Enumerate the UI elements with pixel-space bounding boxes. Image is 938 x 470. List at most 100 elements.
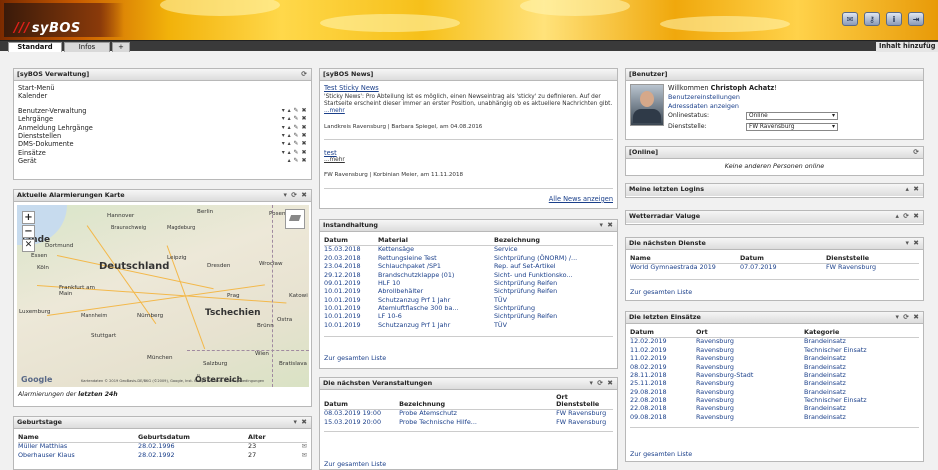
table-row[interactable]: 23.04.2018 Schlauchpaket /SP1 Rep. auf Set… (324, 262, 613, 271)
table-row[interactable]: 28.11.2018 Ravensburg-Stadt Brandeinsatz (630, 371, 919, 380)
panel-title: Geburtstage (17, 418, 62, 426)
panel-logins[interactable]: Meine letzten Logins ▴ ✖ (625, 183, 924, 198)
menu-controls-icon[interactable]: ▾ ▴ ✎ ✖ (282, 107, 307, 115)
table-row[interactable]: 09.08.2018 Ravensburg Brandeinsatz (630, 413, 919, 421)
col-header: Dienststelle (826, 253, 919, 264)
tab-add[interactable]: + (112, 42, 130, 52)
table-row[interactable]: World Gymnaestrada 2019 07.07.2019 FW Rave… (630, 264, 919, 273)
menu-item[interactable]: Benutzer-Verwaltung ▾ ▴ ✎ ✖ (18, 107, 307, 115)
birthdays-table: Name Geburtsdatum Alter Müller Matthias … (18, 432, 307, 460)
col-header: Name (630, 253, 740, 264)
mail-icon[interactable]: ✉ (842, 12, 858, 26)
zoom-in-button[interactable]: + (22, 211, 35, 224)
add-content-button[interactable]: Inhalt hinzufüg (876, 42, 938, 52)
menu-item[interactable]: Dienststellen ▾ ▴ ✎ ✖ (18, 132, 307, 140)
logo[interactable]: ///syBOS (4, 3, 124, 37)
mail-icon[interactable]: ✉ (302, 451, 307, 460)
menu-item[interactable]: Gerät ▴ ✎ ✖ (18, 157, 307, 165)
news-signature: Landkreis Ravensburg | Barbara Spiegel, … (324, 123, 483, 130)
address-link[interactable]: Adressdaten anzeigen (668, 102, 739, 110)
table-row[interactable]: 22.08.2018 Ravensburg Brandeinsatz (630, 404, 919, 413)
table-row[interactable]: 09.01.2019 HLF 10 Sichtprüfung Reifen (324, 279, 613, 288)
table-row[interactable]: 22.08.2018 Ravensburg Technischer Einsatz (630, 396, 919, 405)
key-icon[interactable]: ⚷ (864, 12, 880, 26)
panel-controls-icon[interactable]: ▾ ⟳ ✖ (895, 312, 920, 323)
online-status-label: Onlinestatus: (668, 112, 710, 119)
table-row[interactable]: 10.01.2019 Schutzanzug Prf 1 Jahr TÜV (324, 296, 613, 304)
menu-calendar[interactable]: Kalender (18, 92, 307, 100)
table-row[interactable]: 10.01.2019 LF 10-6 Sichtprüfung Reifen (324, 312, 613, 321)
refresh-icon[interactable]: ⟳ (301, 69, 308, 80)
table-row[interactable]: 15.03.2019 20:00 Probe Technische Hilfe..… (324, 418, 613, 426)
close-map-icon[interactable]: ✕ (22, 239, 35, 252)
panel-controls-icon[interactable]: ▾ ⟳ ✖ (589, 378, 614, 389)
zoom-out-button[interactable]: − (22, 225, 35, 238)
online-status-select[interactable]: Online (746, 112, 838, 120)
info-icon[interactable]: i (886, 12, 902, 26)
tab-standard[interactable]: Standard (8, 42, 62, 52)
tab-bar: Standard Infos + Inhalt hinzufüg (0, 40, 938, 52)
table-row[interactable]: 20.03.2018 Rettungsleine Test Sichtprüfung… (324, 254, 613, 262)
news-headline[interactable]: Test Sticky News (324, 84, 613, 92)
col-header: Alter (248, 432, 307, 443)
menu-controls-icon[interactable]: ▾ ▴ ✎ ✖ (282, 115, 307, 123)
panel-weather[interactable]: Wetterradar Valuge ▴ ⟳ ✖ (625, 210, 924, 225)
menu-item[interactable]: DMS-Dokumente ▾ ▴ ✎ ✖ (18, 140, 307, 148)
table-row[interactable]: 11.02.2019 Ravensburg Technischer Einsatz (630, 346, 919, 354)
news-headline[interactable]: test (324, 149, 613, 157)
panel-verwaltung: [syBOS Verwaltung] ⟳ Start-Menü Kalender … (13, 68, 312, 180)
table-row[interactable]: 29.12.2018 Brandschutzklappe (01) Sicht- u… (324, 271, 613, 279)
table-row[interactable]: Oberhauser Klaus 28.02.1992 27 ✉ (18, 451, 307, 459)
settings-link[interactable]: Benutzereinstellungen (668, 93, 740, 101)
panel-controls-icon[interactable]: ▴ ✖ (906, 184, 920, 195)
table-row[interactable]: 10.01.2019 Abrollbehälter Sichtprüfung Rei… (324, 287, 613, 296)
menu-controls-icon[interactable]: ▾ ▴ ✎ ✖ (282, 140, 307, 148)
table-row[interactable]: 29.08.2018 Ravensburg Brandeinsatz (630, 388, 919, 396)
map-city: Leipzig (167, 255, 187, 261)
menu-controls-icon[interactable]: ▾ ▴ ✎ ✖ (282, 149, 307, 157)
menu-item[interactable]: Einsätze ▾ ▴ ✎ ✖ (18, 149, 307, 157)
panel-controls-icon[interactable]: ▾ ⟳ ✖ (283, 190, 308, 201)
menu-controls-icon[interactable]: ▾ ▴ ✎ ✖ (282, 124, 307, 132)
panel-missions: Die letzten Einsätze ▾ ⟳ ✖ Datum Ort Kate… (625, 311, 924, 462)
news-more-link[interactable]: ...mehr (324, 157, 613, 164)
table-row[interactable]: 25.11.2018 Ravensburg Brandeinsatz (630, 379, 919, 388)
panel-title: Instandhaltung (323, 221, 379, 229)
table-row[interactable]: 10.01.2019 Atemluftflasche 300 ba... Sicht… (324, 304, 613, 313)
full-list-link[interactable]: Zur gesamten Liste (626, 286, 696, 298)
menu-controls-icon[interactable]: ▾ ▴ ✎ ✖ (282, 132, 307, 140)
department-select[interactable]: FW Ravensburg (746, 123, 838, 131)
panel-controls-icon[interactable]: ▾ ✖ (294, 417, 308, 428)
refresh-icon[interactable]: ⟳ (913, 147, 920, 158)
map-city: Posen (269, 211, 286, 217)
tab-infos[interactable]: Infos (64, 42, 110, 52)
col-header: Name (18, 432, 138, 443)
table-row[interactable]: 10.01.2019 Schutzanzug Prf 1 Jahr TÜV (324, 321, 613, 329)
news-more-link[interactable]: ...mehr (324, 108, 345, 114)
alarm-map[interactable]: Deutschland Tschechien Österreich lande … (17, 205, 309, 387)
menu-controls-icon[interactable]: ▴ ✎ ✖ (288, 157, 307, 165)
menu-start[interactable]: Start-Menü (18, 84, 307, 92)
layers-icon[interactable] (285, 209, 305, 229)
map-city: Frankfurt am Main (59, 285, 95, 297)
full-list-link[interactable]: Zur gesamten Liste (320, 458, 390, 470)
map-city: Salzburg (203, 361, 228, 367)
map-city: Dortmund (45, 243, 74, 249)
panel-controls-icon[interactable]: ▴ ⟳ ✖ (895, 211, 920, 222)
table-row[interactable]: 11.02.2019 Ravensburg Brandeinsatz (630, 354, 919, 363)
table-row[interactable]: 12.02.2019 Ravensburg Brandeinsatz (630, 338, 919, 347)
panel-controls-icon[interactable]: ▾ ✖ (600, 220, 614, 231)
all-news-link[interactable]: Alle News anzeigen (324, 195, 613, 203)
table-row[interactable]: 08.02.2019 Ravensburg Brandeinsatz (630, 363, 919, 371)
panel-controls-icon[interactable]: ▾ ✖ (906, 238, 920, 249)
full-list-link[interactable]: Zur gesamten Liste (320, 352, 390, 364)
menu-item[interactable]: Lehrgänge ▾ ▴ ✎ ✖ (18, 115, 307, 123)
full-list-link[interactable]: Zur gesamten Liste (626, 448, 696, 460)
menu-item[interactable]: Anmeldung Lehrgänge ▾ ▴ ✎ ✖ (18, 124, 307, 132)
panel-title: [syBOS Verwaltung] (17, 70, 90, 78)
logout-icon[interactable]: ⇥ (908, 12, 924, 26)
panel-duties: Die nächsten Dienste ▾ ✖ Name Datum Diens… (625, 237, 924, 301)
mail-icon[interactable]: ✉ (302, 443, 307, 451)
col-header: Datum (324, 393, 400, 410)
panel-title: Aktuelle Alarmierungen Karte (17, 191, 125, 199)
